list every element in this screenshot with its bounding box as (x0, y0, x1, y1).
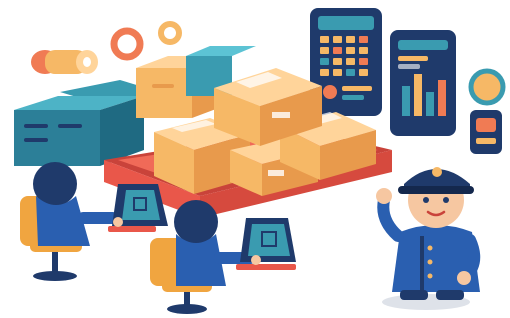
keypad-display (318, 16, 374, 30)
yellow-ring-decor (158, 21, 182, 45)
panel-dot-icon (323, 85, 337, 99)
desk-edge (236, 264, 296, 270)
orange-ring-decor (110, 27, 144, 61)
desk-edge (108, 226, 156, 232)
warehouse-illustration (14, 8, 506, 314)
worker-head (174, 200, 218, 244)
guard-hand (376, 188, 392, 204)
teal-coin-decor (468, 68, 506, 106)
illustration-stage (0, 0, 510, 318)
cap-badge-icon (432, 167, 442, 177)
guard-arm-waving (377, 194, 404, 242)
security-guard (376, 167, 481, 310)
chair-base (33, 271, 77, 281)
tape-roll-core (83, 57, 91, 67)
operator-right (150, 200, 296, 314)
chair-base (167, 304, 207, 314)
back-box (136, 68, 192, 118)
